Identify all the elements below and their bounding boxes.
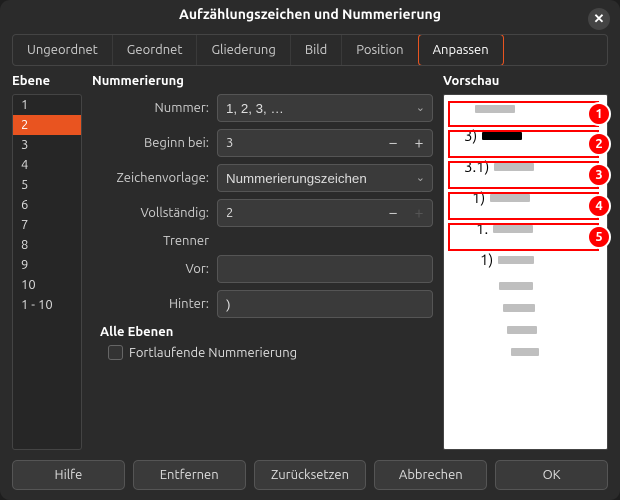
level-item[interactable]: 8 — [13, 235, 81, 255]
plus-icon[interactable]: + — [406, 130, 432, 156]
level-item[interactable]: 2 — [13, 115, 81, 135]
window-title: Aufzählungszeichen und Nummerierung — [179, 6, 441, 22]
level-item[interactable]: 9 — [13, 255, 81, 275]
preview-row: 3) — [452, 127, 599, 144]
start-spinner[interactable]: 3 − + — [217, 129, 433, 157]
remove-button[interactable]: Entfernen — [133, 460, 246, 490]
ok-button[interactable]: OK — [495, 460, 608, 490]
tab-bar: UngeordnetGeordnetGliederungBildPosition… — [12, 34, 608, 66]
tab-geordnet[interactable]: Geordnet — [113, 35, 198, 65]
preview-text-bar — [498, 256, 534, 264]
number-label: Nummer: — [92, 101, 217, 115]
consecutive-checkbox[interactable] — [108, 345, 123, 360]
preview-row: 3.1) — [452, 158, 599, 175]
preview-text-bar — [499, 282, 533, 290]
preview-pane: 3)3.1)1)1.1)12345 — [443, 94, 608, 450]
preview-number: 3) — [464, 127, 477, 144]
level-item[interactable]: 1 — [13, 95, 81, 115]
after-label: Hinter: — [92, 297, 217, 311]
preview-row — [452, 282, 599, 290]
preview-row — [452, 105, 599, 113]
preview-row: 1) — [452, 251, 599, 268]
start-label: Beginn bei: — [92, 136, 217, 150]
number-select[interactable] — [217, 94, 433, 122]
preview-text-bar — [503, 304, 535, 312]
minus-icon[interactable]: − — [380, 200, 406, 226]
preview-text-bar — [507, 326, 537, 334]
charstyle-label: Zeichenvorlage: — [92, 171, 217, 185]
level-item[interactable]: 4 — [13, 155, 81, 175]
level-item[interactable]: 7 — [13, 215, 81, 235]
after-input[interactable] — [217, 290, 433, 318]
help-button[interactable]: Hilfe — [12, 460, 125, 490]
preview-number: 3.1) — [464, 158, 489, 175]
consecutive-label: Fortlaufende Nummerierung — [129, 346, 297, 360]
level-item[interactable]: 10 — [13, 275, 81, 295]
preview-number: 1) — [472, 189, 485, 206]
plus-icon[interactable]: + — [406, 200, 432, 226]
preview-text-bar — [490, 194, 530, 202]
preview-text-bar — [493, 225, 533, 233]
preview-row — [452, 348, 599, 356]
preview-text-bar — [482, 132, 522, 140]
preview-text-bar — [475, 105, 515, 113]
preview-number: 1) — [480, 251, 493, 268]
level-item[interactable]: 6 — [13, 195, 81, 215]
level-item[interactable]: 3 — [13, 135, 81, 155]
cancel-button[interactable]: Abbrechen — [374, 460, 487, 490]
tab-position[interactable]: Position — [342, 35, 418, 65]
preview-text-bar — [511, 348, 539, 356]
level-item[interactable]: 5 — [13, 175, 81, 195]
minus-icon[interactable]: − — [380, 130, 406, 156]
alllevels-header: Alle Ebenen — [100, 325, 433, 339]
close-button[interactable]: ✕ — [588, 8, 610, 30]
separator-label: Trenner — [92, 234, 217, 248]
tab-anpassen[interactable]: Anpassen — [418, 34, 504, 66]
complete-spinner[interactable]: 2 − + — [217, 199, 433, 227]
complete-value: 2 — [218, 206, 380, 220]
preview-row — [452, 326, 599, 334]
reset-button[interactable]: Zurücksetzen — [254, 460, 367, 490]
level-item[interactable]: 1 - 10 — [13, 295, 81, 315]
preview-row: 1. — [452, 220, 599, 237]
numbering-header: Nummerierung — [92, 74, 433, 88]
tab-bild[interactable]: Bild — [291, 35, 342, 65]
close-icon: ✕ — [594, 12, 605, 27]
before-input[interactable] — [217, 255, 433, 283]
tab-ungeordnet[interactable]: Ungeordnet — [13, 35, 113, 65]
tab-gliederung[interactable]: Gliederung — [197, 35, 290, 65]
titlebar: Aufzählungszeichen und Nummerierung ✕ — [0, 0, 620, 28]
preview-text-bar — [494, 163, 534, 171]
level-header: Ebene — [12, 74, 82, 88]
preview-header: Vorschau — [443, 74, 608, 88]
charstyle-select[interactable] — [217, 164, 433, 192]
before-label: Vor: — [92, 262, 217, 276]
start-value: 3 — [218, 136, 380, 150]
preview-number: 1. — [476, 220, 488, 237]
level-list[interactable]: 123456789101 - 10 — [12, 94, 82, 450]
preview-row — [452, 304, 599, 312]
complete-label: Vollständig: — [92, 206, 217, 220]
preview-row: 1) — [452, 189, 599, 206]
